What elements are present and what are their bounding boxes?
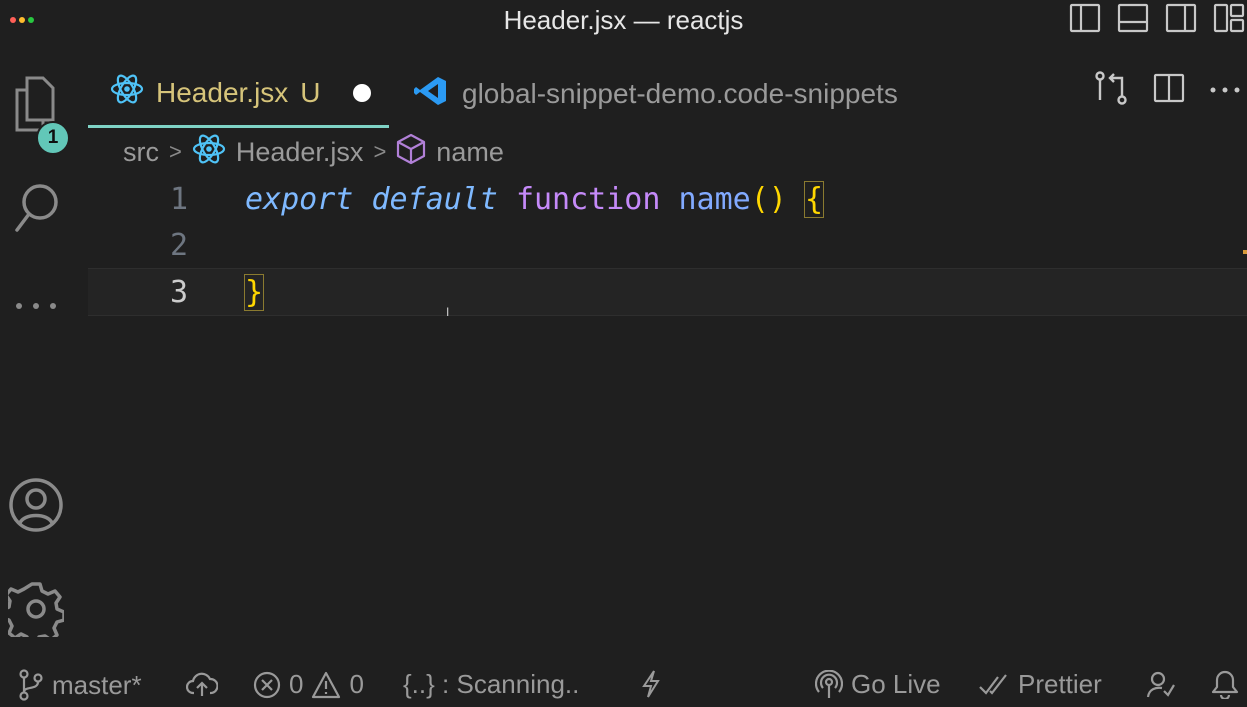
- notifications-button[interactable]: [1211, 669, 1239, 699]
- ellipsis-icon: [16, 303, 56, 309]
- chevron-right-icon: >: [373, 139, 387, 164]
- line-number: 1: [169, 181, 188, 217]
- function-name: name: [678, 181, 751, 217]
- open-brace: {: [803, 180, 825, 218]
- accounts-button[interactable]: [0, 477, 72, 533]
- broadcast-icon: [815, 669, 843, 698]
- close-brace: }: [243, 273, 265, 311]
- line-code: }: [243, 273, 265, 311]
- git-branch-icon: [19, 669, 43, 701]
- go-live-label: Go Live: [851, 669, 941, 699]
- line-number: 3: [169, 274, 188, 310]
- warning-icon: [312, 671, 341, 698]
- search-icon: [15, 184, 58, 232]
- search-button[interactable]: [0, 180, 72, 236]
- code-line[interactable]: 2: [88, 222, 1247, 268]
- account-icon: [9, 478, 63, 532]
- toggle-panel-icon[interactable]: [1117, 2, 1149, 34]
- person-feedback-icon: [1146, 671, 1175, 698]
- editor-tabs: Header.jsx U global-snippet-demo.code-sn…: [88, 60, 1247, 128]
- accounts-status-button[interactable]: [1146, 669, 1176, 699]
- lightning-button[interactable]: [640, 669, 662, 699]
- unsaved-dot-icon[interactable]: [352, 83, 371, 102]
- status-bar: master* 0 0 {..} : Scanning.. Go Live Pr…: [0, 663, 1247, 707]
- chevron-right-icon: >: [169, 139, 182, 164]
- symbol-cube-icon: [396, 133, 426, 172]
- branch-status[interactable]: master*: [18, 669, 142, 701]
- double-check-icon: [979, 673, 1007, 695]
- title-bar: Header.jsx — reactjs: [0, 0, 1247, 40]
- bell-icon: [1211, 670, 1239, 699]
- warning-count: 0: [349, 669, 364, 699]
- explorer-badge: 1: [36, 121, 70, 155]
- line-number: 2: [169, 227, 188, 263]
- split-editor-icon[interactable]: [1153, 72, 1185, 109]
- keyword-function: function: [515, 181, 661, 217]
- branch-name: master*: [52, 669, 142, 700]
- error-icon: [253, 671, 281, 698]
- problems-status[interactable]: 0 0: [253, 669, 364, 700]
- lightning-icon: [642, 670, 660, 698]
- untracked-status: U: [300, 76, 321, 108]
- tab-header-jsx[interactable]: Header.jsx U: [88, 60, 389, 128]
- overview-ruler-marker: [1243, 250, 1247, 254]
- parens: (): [750, 181, 787, 217]
- keyword-default: default: [371, 181, 498, 217]
- cloud-upload-icon: [186, 672, 218, 696]
- text-cursor-icon: I: [446, 305, 450, 319]
- customize-layout-icon[interactable]: [1213, 2, 1245, 34]
- tab-label: global-snippet-demo.code-snippets: [462, 78, 898, 109]
- prettier-button[interactable]: Prettier: [978, 669, 1102, 700]
- toggle-secondary-sidebar-icon[interactable]: [1165, 2, 1197, 34]
- manage-button[interactable]: [0, 581, 72, 637]
- react-icon: [110, 73, 144, 112]
- open-changes-icon[interactable]: [1093, 70, 1129, 111]
- breadcrumb: src > Header.jsx > name: [123, 133, 504, 172]
- more-views-button[interactable]: [0, 300, 72, 312]
- sync-button[interactable]: [186, 669, 218, 699]
- activity-bar: 1: [0, 60, 72, 660]
- tab-global-snippet[interactable]: global-snippet-demo.code-snippets: [414, 60, 898, 128]
- more-actions-icon[interactable]: [1209, 82, 1241, 100]
- code-line[interactable]: 1 export default function name() {: [88, 176, 1247, 222]
- window-title: Header.jsx — reactjs: [503, 5, 744, 35]
- keyword-export: export: [245, 181, 354, 217]
- go-live-button[interactable]: Go Live: [815, 669, 941, 700]
- breadcrumb-file[interactable]: Header.jsx: [236, 137, 364, 168]
- scanning-status[interactable]: {..} : Scanning..: [403, 669, 579, 700]
- breadcrumb-symbol[interactable]: name: [436, 137, 504, 168]
- gear-icon: [8, 582, 64, 637]
- explorer-button[interactable]: 1: [0, 76, 72, 155]
- prettier-label: Prettier: [1018, 669, 1102, 699]
- line-code: export default function name() {: [245, 180, 825, 218]
- error-count: 0: [289, 669, 304, 699]
- code-line-current[interactable]: 3 }: [88, 268, 1247, 316]
- breadcrumb-folder[interactable]: src: [123, 137, 159, 168]
- toggle-primary-sidebar-icon[interactable]: [1069, 2, 1101, 34]
- tab-label: Header.jsx: [156, 76, 289, 108]
- react-icon: [192, 133, 226, 172]
- scanning-label: {..} : Scanning..: [403, 669, 580, 699]
- code-editor[interactable]: 1 export default function name() { 2 3 }: [88, 176, 1247, 657]
- vscode-icon: [414, 75, 448, 114]
